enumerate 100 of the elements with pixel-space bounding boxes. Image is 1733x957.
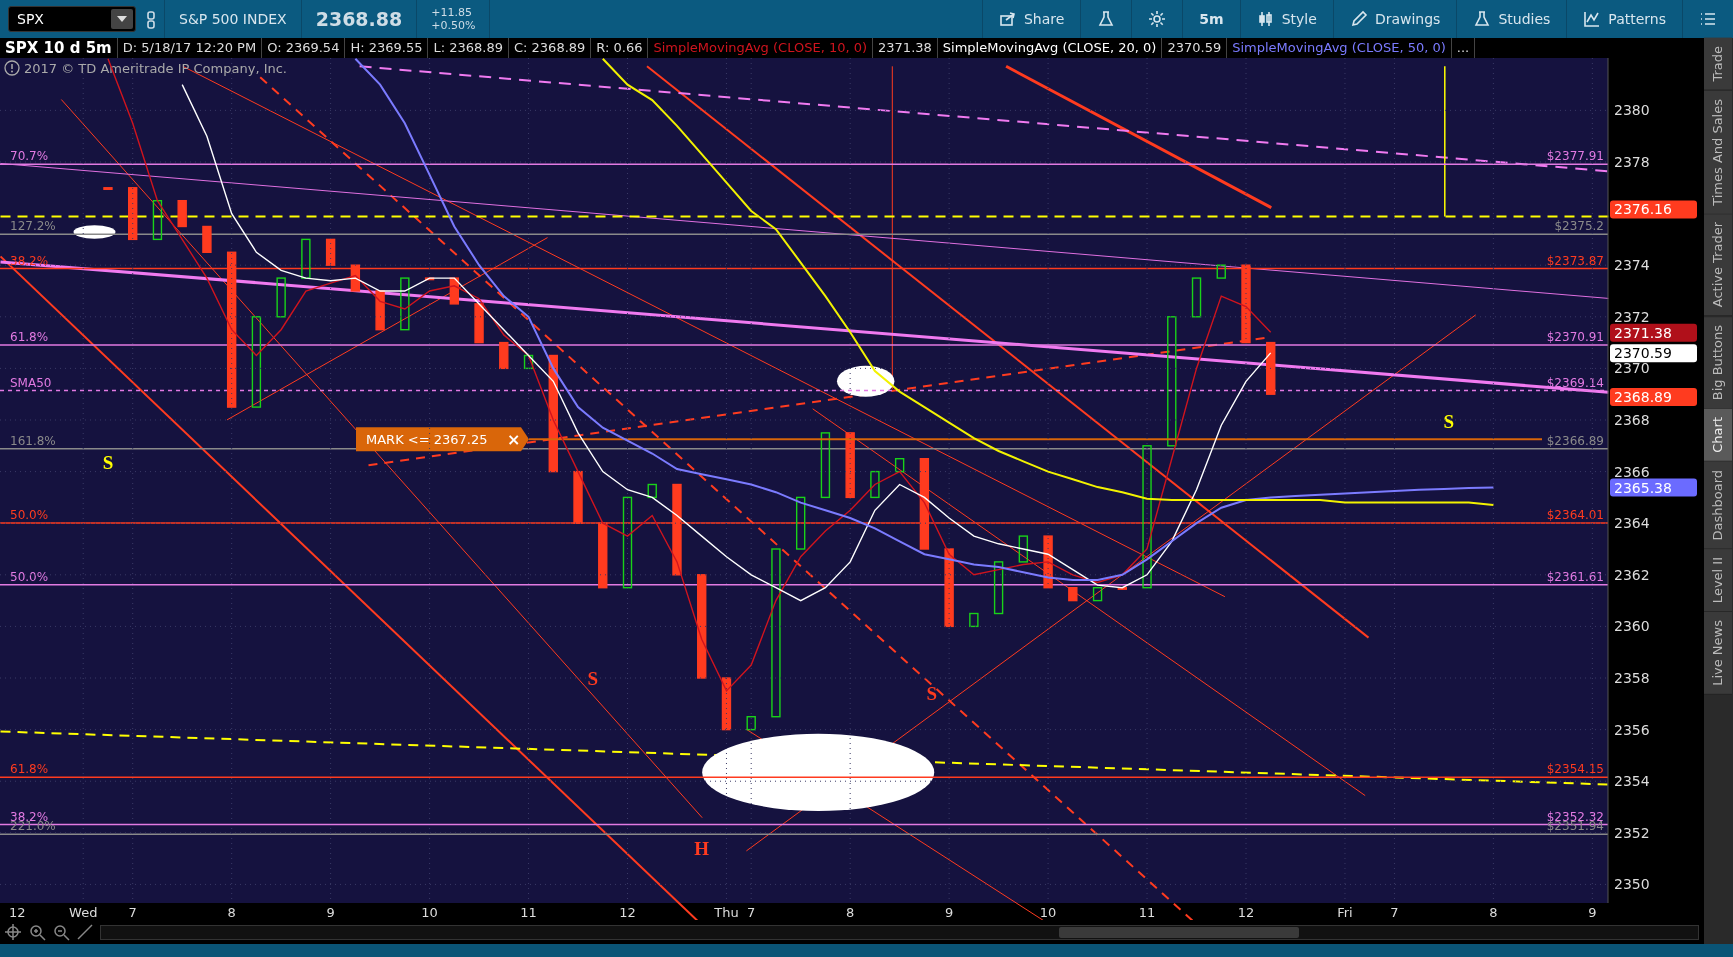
net-change: +11.85 (431, 6, 472, 19)
price-label: $2373.87 (1546, 253, 1604, 268)
candlestick (1117, 587, 1127, 590)
candlestick (993, 561, 1004, 615)
menu-icon (1699, 10, 1717, 28)
axis-label: 7 (1390, 905, 1399, 920)
level-label: 127.2% (10, 219, 56, 234)
candlestick (894, 458, 905, 473)
candlestick (474, 303, 484, 344)
pencil-icon (1349, 10, 1368, 28)
flask-icon (1473, 10, 1492, 28)
side-tab[interactable]: Level II (1704, 549, 1732, 613)
candlestick (1266, 341, 1276, 395)
axis-label: 2368 (1614, 412, 1650, 428)
dropdown-button[interactable] (111, 9, 133, 29)
candlestick (969, 612, 979, 628)
scrollbar-thumb[interactable] (1059, 926, 1299, 938)
axis-label: 11 (520, 905, 537, 920)
price-label: $2375.2 (1554, 219, 1604, 234)
candlestick (350, 264, 361, 292)
candlestick (1068, 587, 1078, 602)
axis-label: Fri (1337, 905, 1353, 920)
candlestick (795, 496, 806, 550)
side-tab[interactable]: Big Buttons (1704, 316, 1732, 409)
percent-change: +0.50% (431, 19, 476, 32)
axis-label: 12 (9, 905, 26, 920)
share-icon (998, 10, 1017, 28)
price-tag: 2368.89 (1610, 388, 1697, 407)
price-label: $2354.15 (1546, 762, 1604, 777)
price-label: $2364.01 (1546, 507, 1604, 522)
axis-label: 7 (747, 905, 756, 920)
level-label: 61.8% (10, 329, 49, 344)
pattern-letter: S (102, 452, 114, 474)
candlestick (1216, 264, 1226, 279)
candlestick (449, 277, 459, 305)
axis-label: 2350 (1614, 876, 1650, 893)
price-label: $2370.91 (1546, 329, 1604, 344)
level-label: 61.8% (10, 762, 49, 777)
candlestick (1092, 587, 1103, 602)
axis-label: 2360 (1614, 618, 1650, 635)
price-label: $2361.61 (1546, 569, 1604, 584)
side-tab[interactable]: Times And Sales (1704, 90, 1732, 215)
symbol-field[interactable]: SPX (8, 6, 136, 32)
chart-pattern-icon (1583, 10, 1602, 28)
axis-label: 2366 (1614, 463, 1650, 480)
axis-label: 9 (1588, 905, 1597, 920)
axis-label: 9 (945, 905, 954, 920)
axis-label: 8 (846, 905, 855, 920)
axis-label: 2372 (1614, 308, 1650, 325)
candlestick (870, 470, 880, 499)
candlestick (276, 277, 286, 318)
axis-label: 2378 (1614, 154, 1650, 170)
level-label: 70.7% (10, 149, 49, 164)
zoom-in-icon[interactable] (28, 923, 46, 941)
candlestick (325, 238, 336, 266)
candlestick (152, 200, 163, 241)
line-tool-icon[interactable] (76, 923, 94, 941)
candlestick (499, 341, 509, 370)
side-tab[interactable]: Dashboard (1704, 461, 1732, 550)
side-tab[interactable]: Chart (1704, 408, 1732, 462)
candlestick (1191, 277, 1202, 318)
candlestick (400, 277, 410, 331)
axis-label: 8 (227, 905, 236, 920)
scrollbar[interactable] (100, 924, 1699, 940)
price-label: $2369.14 (1546, 375, 1604, 390)
side-tab[interactable]: Live News (1704, 612, 1732, 696)
candlestick (301, 238, 311, 279)
candlestick (1018, 535, 1029, 563)
candlestick (1043, 535, 1053, 589)
candlestick (573, 470, 583, 524)
candlestick (424, 277, 435, 281)
axis-label: 2352 (1614, 824, 1650, 841)
axis-label: 2364 (1614, 515, 1650, 532)
candlestick (177, 200, 187, 228)
candlestick (523, 354, 534, 370)
alert-label: MARK <= 2367.25 (366, 432, 488, 448)
last-price: 2368.88 (315, 6, 403, 32)
axis-label: 10 (1039, 905, 1057, 920)
side-tab[interactable]: Active Trader (1704, 214, 1732, 317)
price-tag: 2370.59 (1610, 344, 1697, 363)
axis-label: 2358 (1614, 670, 1650, 686)
pattern-letter: S (926, 683, 938, 705)
link-icon[interactable] (146, 10, 156, 29)
price-tag: 2376.16 (1610, 200, 1697, 219)
candlestick (103, 187, 113, 190)
zoom-out-icon[interactable] (52, 923, 70, 941)
info-icon[interactable] (4, 60, 20, 76)
axis-label: 2354 (1614, 773, 1650, 790)
level-label: 50.0% (10, 569, 49, 584)
level-label: SMA50 (10, 375, 52, 390)
crosshair-icon[interactable] (4, 923, 22, 941)
axis-label: 10 (421, 905, 438, 920)
side-tab[interactable]: Trade (1704, 38, 1732, 91)
pattern-letter: S (587, 667, 599, 689)
remove-alert-button[interactable]: × (507, 430, 521, 450)
axis-label: 2362 (1614, 566, 1650, 583)
candlestick (820, 432, 831, 499)
axis-label: 2374 (1614, 257, 1650, 274)
candlestick (202, 225, 212, 253)
ellipse-drawing (836, 365, 895, 397)
